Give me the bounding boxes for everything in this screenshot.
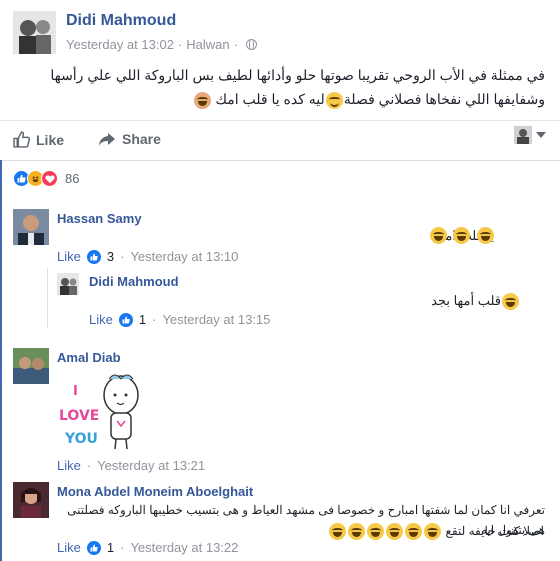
user-avatar [514,126,532,144]
laughing-emoji-icon [367,523,385,541]
reply-like-count[interactable]: 1 [139,312,146,327]
commenter-name[interactable]: Mona Abdel Moneim Aboelghait [57,484,253,499]
reply-time[interactable]: Yesterday at 13:15 [162,312,270,327]
comment-like-link[interactable]: Like [57,458,81,473]
reply-meta: Like 1 · Yesterday at 13:15 [89,312,271,327]
commenter-avatar[interactable] [13,482,49,518]
smile-emoji-icon [325,91,343,109]
comment-meta: Like 3 · Yesterday at 13:10 [57,249,239,264]
laughing-emoji-icon [453,227,471,245]
share-button[interactable]: Share [98,131,161,147]
comment-meta: Like 1 · Yesterday at 13:22 [57,540,239,555]
reply-text: قلب أمها بجد [431,290,520,312]
chevron-down-icon [536,132,546,138]
comment-time[interactable]: Yesterday at 13:10 [130,249,238,264]
comments-indicator-bar [0,160,2,561]
comment-meta: Like · Yesterday at 13:21 [57,458,206,473]
comment-like-count[interactable]: 3 [107,249,114,264]
commenter-name[interactable]: Amal Diab [57,350,121,365]
post-author-avatar[interactable] [13,11,56,54]
commenter-name[interactable]: Hassan Samy [57,211,142,226]
laughing-emoji-icon [405,523,423,541]
share-arrow-icon [99,132,115,146]
reply-like-link[interactable]: Like [89,312,113,327]
laughing-emoji-icon [386,523,404,541]
globe-icon[interactable] [245,39,257,50]
post-location[interactable]: Halwan [186,37,229,52]
comment-time[interactable]: Yesterday at 13:21 [97,458,205,473]
laughing-emoji-group [429,227,495,245]
like-count-icon [118,312,133,327]
like-count-icon [86,249,101,264]
love-you-sticker[interactable]: I LOVE YOU [55,365,143,451]
post-time[interactable]: Yesterday at 13:02 [66,37,174,52]
face-emoji-icon [193,91,211,109]
post-text: في ممثلة في الأب الروحي تقريبا صوتها حلو… [50,67,545,109]
laughing-emoji-icon [348,523,366,541]
svg-text:LOVE: LOVE [59,408,99,424]
identity-chooser[interactable] [514,126,546,144]
comment-like-count[interactable]: 1 [107,540,114,555]
laughing-emoji-icon [424,523,442,541]
laughing-emoji-icon [502,293,519,311]
comment-text-line2: اصلا كنت خايفه لتقع [328,520,544,542]
reaction-count: 86 [65,171,80,186]
action-bar [0,120,560,160]
comment-like-link[interactable]: Like [57,540,81,555]
like-button[interactable]: Like [13,131,64,148]
svg-text:YOU: YOU [64,431,98,447]
comment-like-link[interactable]: Like [57,249,81,264]
commenter-avatar[interactable] [13,209,49,245]
svg-text:I: I [73,384,78,399]
reply-author-avatar[interactable] [57,273,79,295]
laughing-emoji-icon [430,227,447,245]
post-meta: Yesterday at 13:02 · Halwan · [66,37,257,52]
thumbs-up-icon [13,131,30,148]
reply-thread-line [47,268,48,328]
love-reaction-icon [41,170,58,187]
commenter-avatar[interactable] [13,348,49,384]
reply-author-name[interactable]: Didi Mahmoud [89,274,179,289]
laughing-emoji-icon [476,227,494,245]
post-author-name[interactable]: Didi Mahmoud [66,12,176,30]
reactions-summary[interactable]: 86 [13,170,79,187]
comment-time[interactable]: Yesterday at 13:22 [130,540,238,555]
laughing-emoji-icon [329,523,347,541]
like-count-icon [86,540,101,555]
